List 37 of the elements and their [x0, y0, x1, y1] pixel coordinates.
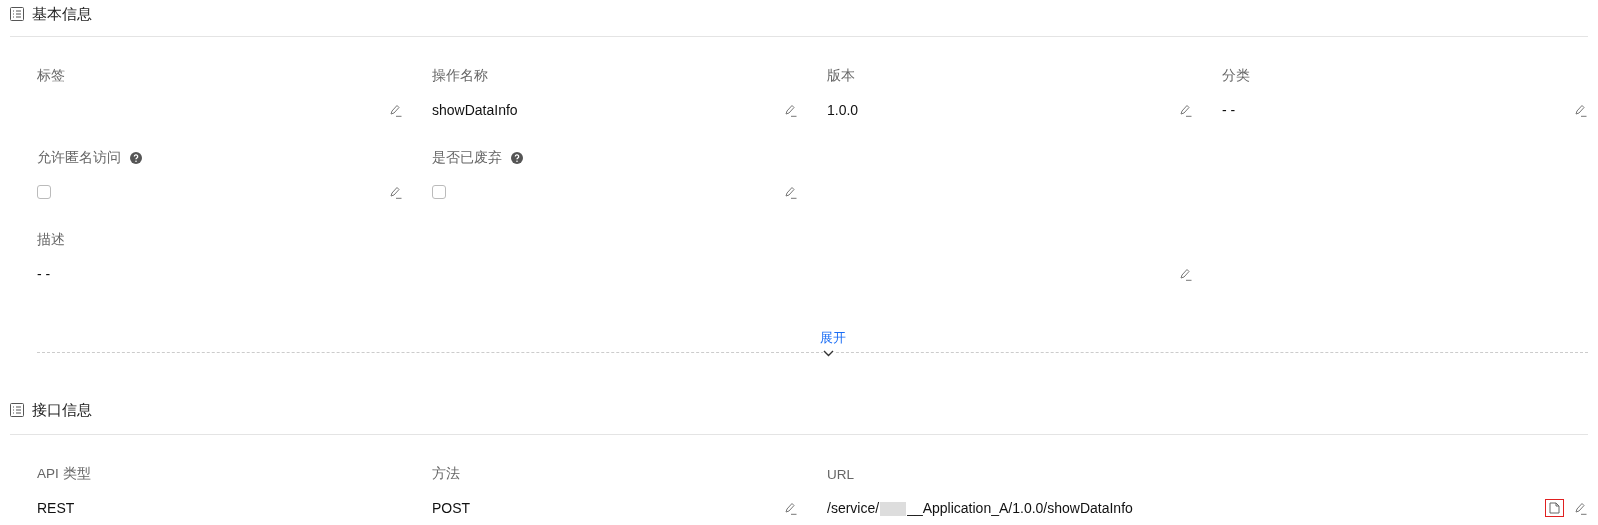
field-label: 操作名称	[432, 67, 488, 85]
checkbox[interactable]	[432, 185, 446, 199]
edit-icon[interactable]	[784, 185, 797, 199]
edit-icon[interactable]	[389, 103, 402, 117]
field-label: API 类型	[37, 465, 91, 483]
list-icon	[10, 7, 24, 21]
copy-button[interactable]	[1545, 499, 1564, 517]
field-label: 标签	[37, 67, 65, 85]
field-label: URL	[827, 466, 854, 482]
field-label: 描述	[37, 231, 65, 249]
field-label: 分类	[1222, 67, 1250, 85]
field-label: 允许匿名访问	[37, 149, 121, 167]
field-value: POST	[432, 500, 471, 516]
section-title: 接口信息	[32, 400, 92, 420]
edit-icon[interactable]	[1179, 267, 1192, 281]
field-label: 方法	[432, 465, 460, 483]
list-icon	[10, 403, 24, 417]
edit-icon[interactable]	[784, 103, 797, 117]
field-value: 1.0.0	[827, 102, 859, 118]
field-value: REST	[37, 500, 75, 516]
edit-icon[interactable]	[1574, 501, 1587, 515]
edit-icon[interactable]	[389, 185, 402, 199]
field-value: - -	[37, 266, 51, 282]
edit-icon[interactable]	[784, 501, 797, 515]
checkbox[interactable]	[37, 185, 51, 199]
edit-icon[interactable]	[1574, 103, 1587, 117]
section-title: 基本信息	[32, 4, 92, 24]
field-label: 是否已废弃	[432, 149, 502, 167]
field-value: - -	[1222, 102, 1236, 118]
field-label: 版本	[827, 67, 855, 85]
chevron-down-icon	[823, 350, 834, 357]
edit-icon[interactable]	[1179, 103, 1192, 117]
expand-button[interactable]: 展开	[819, 328, 846, 348]
field-value: /service/ __Application_A/1.0.0/showDataInfo	[827, 499, 1133, 517]
field-value: showDataInfo	[432, 102, 518, 118]
help-icon[interactable]	[511, 152, 523, 164]
help-icon[interactable]	[130, 152, 142, 164]
